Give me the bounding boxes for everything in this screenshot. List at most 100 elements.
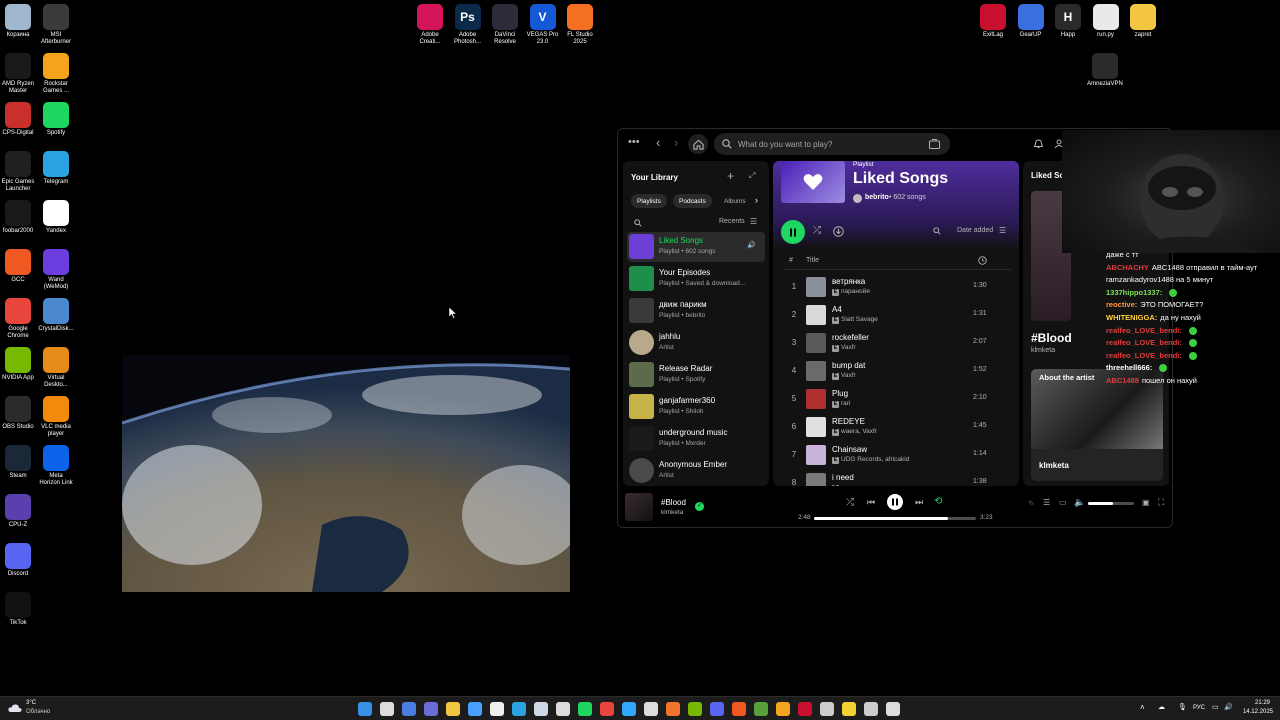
desktop-shortcut[interactable]: Yandex [34,200,78,235]
desktop-shortcut[interactable]: FL Studio 2025 [558,4,602,46]
weather-desc[interactable]: Облачно [26,709,50,715]
library-item[interactable]: jahhlu Artist [627,328,765,358]
file-explorer-icon[interactable] [446,702,460,716]
playlist-owner[interactable]: bebrito [865,194,889,201]
forward-arrow-icon[interactable]: › [674,135,678,150]
search-icon[interactable] [380,702,394,716]
playlist-list-icon[interactable]: ☰ [999,226,1006,235]
tray-chevron-icon[interactable]: ˄ [1140,703,1145,712]
player-cover[interactable] [625,493,653,521]
desktop-shortcut[interactable]: Telegram [34,151,78,186]
track-artist[interactable]: Vaxfr [841,344,856,351]
desktop-shortcut[interactable]: Virtual Deskto... [34,347,78,389]
player-artist[interactable]: klmketa [661,509,683,516]
miniplayer-icon[interactable]: ▣ [1142,498,1150,507]
chrome-icon[interactable] [600,702,614,716]
browse-icon[interactable] [929,139,940,149]
track-artist[interactable]: UDG Records, africakid [841,456,909,463]
queue-icon[interactable]: ☰ [1043,498,1050,507]
playlist-sort[interactable]: Date added [957,227,993,234]
nvidia-icon[interactable] [688,702,702,716]
desktop-shortcut[interactable]: MSI Afterburner [34,4,78,46]
filter-chip-albums[interactable]: Albums [718,194,752,208]
library-item[interactable]: движ парикм Playlist • bebrito [627,296,765,326]
library-item[interactable]: underground music Playlist • Mxrder [627,424,765,454]
menu-dots-icon[interactable]: ••• [628,136,640,148]
happ-icon[interactable] [820,702,834,716]
desktop-shortcut[interactable]: Wand (WeMod) [34,249,78,291]
add-icon[interactable]: + [727,169,734,183]
desktop-shortcut[interactable]: CPU-Z [0,494,40,529]
volume-slider[interactable] [1088,502,1134,505]
gcc-icon[interactable] [732,702,746,716]
photoshop-icon[interactable] [622,702,636,716]
obs-icon[interactable] [644,702,658,716]
volume-icon[interactable]: 🔈 [1074,497,1085,508]
library-search-icon[interactable] [634,219,642,227]
desktop-shortcut[interactable]: VLC media player [34,396,78,438]
widgets-icon[interactable] [424,702,438,716]
settings-icon[interactable] [556,702,570,716]
back-arrow-icon[interactable]: ‹ [656,135,660,150]
previous-icon[interactable]: ⏮ [867,497,875,508]
library-item[interactable]: ganjafarmer360 Playlist • Shiloh [627,392,765,422]
tray-cloud-icon[interactable]: ☁ [1158,703,1165,711]
language-indicator[interactable]: РУС [1193,705,1205,711]
store-icon[interactable] [490,702,504,716]
rockstar-icon[interactable] [776,702,790,716]
devices-icon[interactable]: ▭ [1059,498,1067,507]
download-icon[interactable] [833,226,844,237]
desktop-shortcut[interactable]: AmneziaVPN [1083,53,1127,88]
desktop-shortcut[interactable]: zapret [1121,4,1165,39]
track-row[interactable]: 7 Chainsaw 1:14 E UDG Records, africakid [773,441,1019,469]
bell-icon[interactable] [1034,139,1043,149]
desktop-shortcut[interactable]: TikTok [0,592,40,627]
track-artist[interactable]: rari [841,400,850,407]
track-row[interactable]: 2 A4 1:31 E Slatt Savage [773,301,1019,329]
tray-mic-icon[interactable]: 🎙 [1178,703,1187,711]
fullscreen-icon[interactable]: ⛶ [1158,497,1164,508]
telegram-icon[interactable] [512,702,526,716]
sticky-icon[interactable] [842,702,856,716]
track-artist[interactable]: Slatt Savage [841,316,878,323]
progress-bar[interactable] [814,517,976,520]
exitlag-icon[interactable] [798,702,812,716]
sort-label[interactable]: Recents [719,218,745,225]
weather-cloud-icon[interactable] [8,703,22,713]
track-row[interactable]: 3 rockefeller 2:07 E Vaxfr [773,329,1019,357]
minecraft-icon[interactable] [754,702,768,716]
library-item[interactable]: Anonymous Ember Artist [627,456,765,486]
expand-icon[interactable]: ⤢ [749,171,755,181]
volume-tray-icon[interactable]: 🔊 [1224,703,1233,711]
library-title[interactable]: Your Library [631,173,678,182]
play-pause-button[interactable] [781,220,805,244]
library-item[interactable]: Release Radar Playlist • Spotify [627,360,765,390]
chevron-right-icon[interactable]: › [755,195,758,205]
playlist-search-icon[interactable] [933,227,941,235]
network-icon[interactable]: ▭ [1212,703,1219,711]
desktop-shortcut[interactable]: Meta Horizon Link [34,445,78,487]
clock-time[interactable]: 21:29 [1240,700,1270,706]
player-play-pause-button[interactable] [887,494,903,510]
track-row[interactable]: 5 Plug 2:10 Erari [773,385,1019,413]
terminal-icon[interactable] [864,702,878,716]
weather-temp[interactable]: 3°C [26,700,36,706]
search-bar[interactable] [714,133,950,155]
firefox-icon[interactable] [666,702,680,716]
desktop-shortcut[interactable]: Spotify [34,102,78,137]
now-playing-song[interactable]: #Blood [1031,331,1072,345]
filter-chip-playlists[interactable]: Playlists [631,194,667,208]
track-artist[interactable]: Vaxfr [841,372,856,379]
track-row[interactable]: 6 REDEYE 1:45 Ewaera, Vaxfr [773,413,1019,441]
repeat-icon[interactable]: ⟲ [934,496,942,507]
track-row[interactable]: 8 i need 1:38 E [773,469,1019,486]
spotify-icon[interactable] [578,702,592,716]
desktop-shortcut[interactable]: CrystalDisk... [34,298,78,333]
desktop-shortcut[interactable]: Rockstar Games ... [34,53,78,95]
track-row[interactable]: 1 ветрянка 1:30 Eпаранойя [773,273,1019,301]
saved-check-icon[interactable]: ✓ [695,502,704,511]
player-shuffle-icon[interactable]: ⤮ [846,497,854,508]
filter-chip-podcasts[interactable]: Podcasts [673,194,712,208]
tools-icon[interactable] [886,702,900,716]
player-title[interactable]: #Blood [661,498,686,507]
